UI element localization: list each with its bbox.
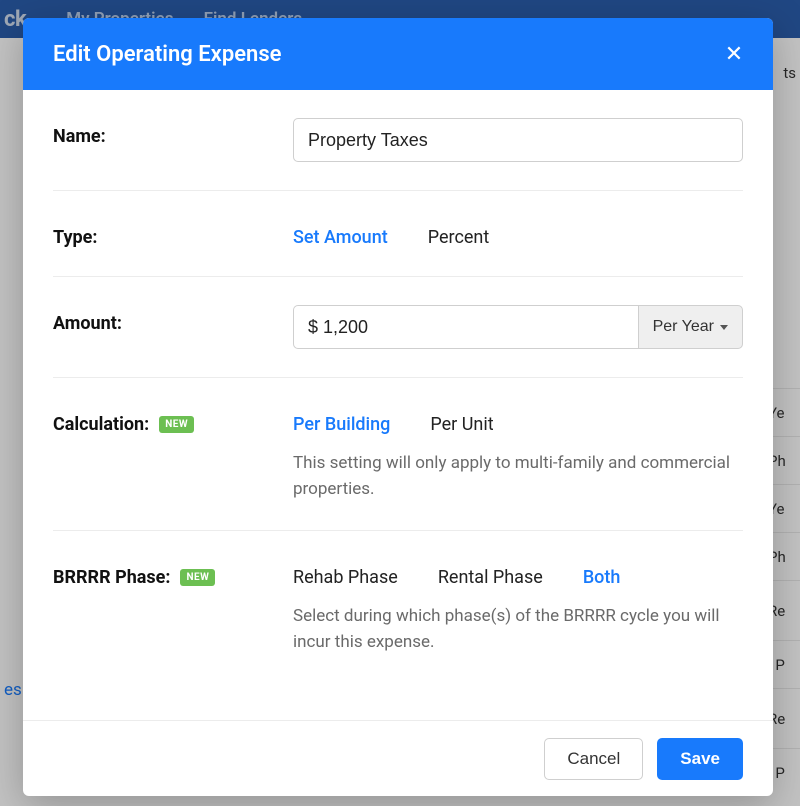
brrrr-help: Select during which phase(s) of the BRRR… [293, 604, 743, 655]
save-button[interactable]: Save [657, 738, 743, 780]
type-option-percent[interactable]: Percent [428, 227, 490, 248]
amount-period-dropdown[interactable]: Per Year [638, 305, 743, 349]
caret-down-icon [720, 325, 728, 330]
brrrr-option-rental[interactable]: Rental Phase [438, 567, 543, 588]
brrrr-option-rehab[interactable]: Rehab Phase [293, 567, 398, 588]
type-option-set-amount[interactable]: Set Amount [293, 227, 388, 248]
row-brrrr-phase: BRRRR Phase: NEW Rehab Phase Rental Phas… [53, 531, 743, 683]
row-amount: Amount: Per Year [53, 277, 743, 378]
row-calculation: Calculation: NEW Per Building Per Unit T… [53, 378, 743, 531]
brrrr-option-both[interactable]: Both [583, 567, 621, 588]
label-type: Type: [53, 219, 293, 248]
new-badge: NEW [180, 569, 215, 586]
calc-option-per-building[interactable]: Per Building [293, 414, 390, 435]
new-badge: NEW [159, 416, 194, 433]
modal-footer: Cancel Save [23, 720, 773, 796]
edit-expense-modal: Edit Operating Expense ✕ Name: Type: Set… [23, 18, 773, 796]
amount-input[interactable] [293, 305, 638, 349]
amount-period-label: Per Year [653, 318, 714, 336]
label-name: Name: [53, 118, 293, 147]
cancel-button[interactable]: Cancel [544, 738, 643, 780]
label-amount: Amount: [53, 305, 293, 334]
row-type: Type: Set Amount Percent [53, 191, 743, 277]
row-name: Name: [53, 90, 743, 191]
calc-option-per-unit[interactable]: Per Unit [430, 414, 493, 435]
label-calculation: Calculation: [53, 414, 149, 435]
close-icon: ✕ [725, 41, 743, 66]
label-brrrr: BRRRR Phase: [53, 567, 170, 588]
calculation-help: This setting will only apply to multi-fa… [293, 451, 743, 502]
close-button[interactable]: ✕ [719, 39, 749, 69]
modal-body: Name: Type: Set Amount Percent Amount: [23, 90, 773, 720]
modal-title: Edit Operating Expense [53, 42, 281, 67]
name-input[interactable] [293, 118, 743, 162]
modal-header: Edit Operating Expense ✕ [23, 18, 773, 90]
